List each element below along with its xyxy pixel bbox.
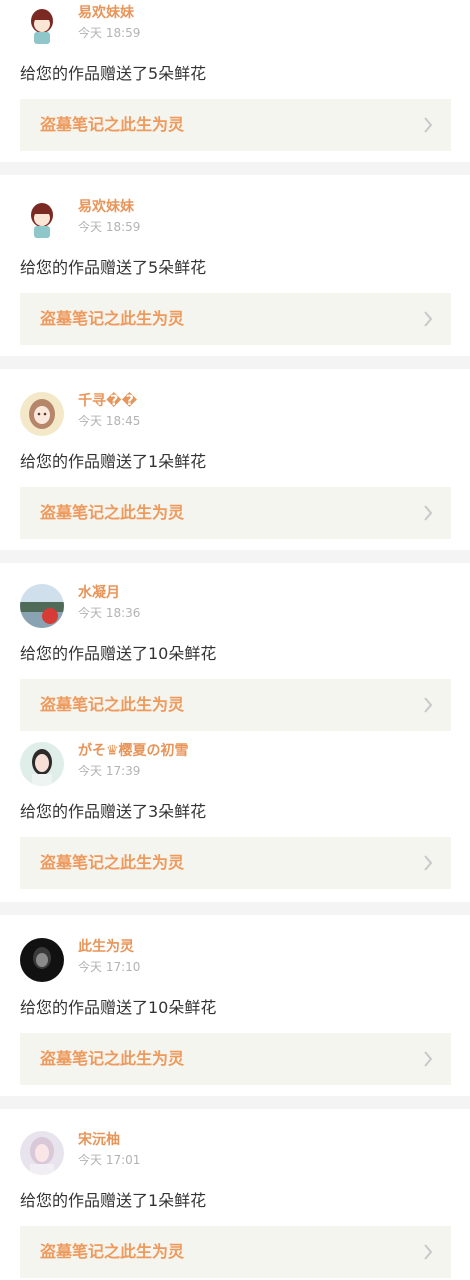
chevron-right-icon — [423, 1050, 433, 1068]
chevron-right-icon — [423, 854, 433, 872]
gift-message: 给您的作品赠送了10朵鲜花 — [20, 998, 217, 1017]
cartoon-boy-avatar[interactable] — [20, 4, 64, 48]
username[interactable]: 易欢妹妹 — [78, 198, 134, 216]
username[interactable]: がそ♛樱夏の初雪 — [78, 742, 189, 760]
work-link-card[interactable]: 盗墓笔记之此生为灵 — [20, 293, 451, 345]
chevron-right-icon — [423, 504, 433, 522]
work-link-card[interactable]: 盗墓笔记之此生为灵 — [20, 1033, 451, 1085]
separator — [0, 550, 470, 563]
work-title: 盗墓笔记之此生为灵 — [40, 115, 185, 134]
cartoon-boy-avatar[interactable] — [20, 198, 64, 242]
username[interactable]: 千寻�� — [78, 392, 137, 410]
work-title: 盗墓笔记之此生为灵 — [40, 503, 185, 522]
anime-girl-avatar[interactable] — [20, 392, 64, 436]
separator — [0, 902, 470, 915]
girl-photo-avatar[interactable] — [20, 742, 64, 786]
gift-message: 给您的作品赠送了1朵鲜花 — [20, 1191, 207, 1210]
chevron-right-icon — [423, 696, 433, 714]
work-title: 盗墓笔记之此生为灵 — [40, 853, 185, 872]
timestamp: 今天 17:01 — [78, 1153, 141, 1167]
username[interactable]: 此生为灵 — [78, 938, 134, 956]
landscape-photo-avatar[interactable] — [20, 584, 64, 628]
separator — [0, 162, 470, 175]
work-link-card[interactable]: 盗墓笔记之此生为灵 — [20, 679, 451, 731]
dark-portrait-avatar[interactable] — [20, 938, 64, 982]
gift-message: 给您的作品赠送了3朵鲜花 — [20, 802, 207, 821]
gift-message: 给您的作品赠送了5朵鲜花 — [20, 64, 207, 83]
work-link-card[interactable]: 盗墓笔记之此生为灵 — [20, 1226, 451, 1278]
timestamp: 今天 18:36 — [78, 606, 141, 620]
gift-message: 给您的作品赠送了5朵鲜花 — [20, 258, 207, 277]
username[interactable]: 宋沅柚 — [78, 1131, 120, 1149]
timestamp: 今天 17:10 — [78, 960, 141, 974]
timestamp: 今天 18:59 — [78, 220, 141, 234]
chevron-right-icon — [423, 310, 433, 328]
gift-message: 给您的作品赠送了10朵鲜花 — [20, 644, 217, 663]
work-link-card[interactable]: 盗墓笔记之此生为灵 — [20, 487, 451, 539]
separator — [0, 356, 470, 369]
username[interactable]: 水凝月 — [78, 584, 120, 602]
timestamp: 今天 18:59 — [78, 26, 141, 40]
work-title: 盗墓笔记之此生为灵 — [40, 309, 185, 328]
chevron-right-icon — [423, 116, 433, 134]
chevron-right-icon — [423, 1243, 433, 1261]
gift-notification-feed: 易欢妹妹 今天 18:59 给您的作品赠送了5朵鲜花 盗墓笔记之此生为灵 易欢妹… — [0, 0, 470, 1280]
work-title: 盗墓笔记之此生为灵 — [40, 1049, 185, 1068]
username[interactable]: 易欢妹妹 — [78, 4, 134, 22]
timestamp: 今天 17:39 — [78, 764, 141, 778]
work-link-card[interactable]: 盗墓笔记之此生为灵 — [20, 837, 451, 889]
work-link-card[interactable]: 盗墓笔记之此生为灵 — [20, 99, 451, 151]
gift-message: 给您的作品赠送了1朵鲜花 — [20, 452, 207, 471]
work-title: 盗墓笔记之此生为灵 — [40, 1242, 185, 1261]
separator — [0, 1096, 470, 1109]
timestamp: 今天 18:45 — [78, 414, 141, 428]
girl-photo-avatar[interactable] — [20, 1131, 64, 1175]
work-title: 盗墓笔记之此生为灵 — [40, 695, 185, 714]
